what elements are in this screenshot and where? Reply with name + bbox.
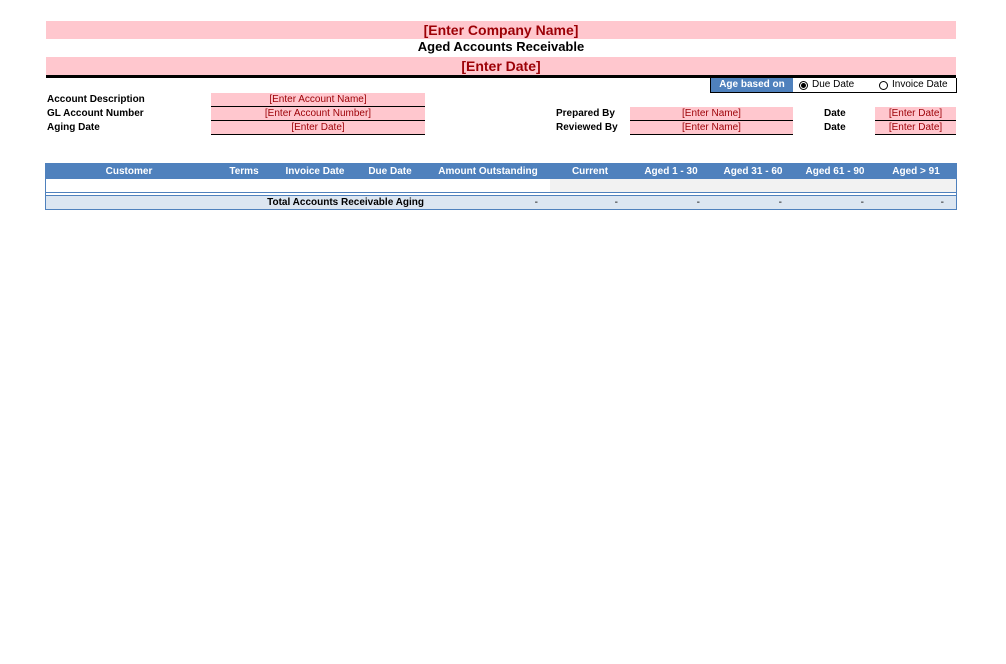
column-header-aged-61-90[interactable]: Aged 61 - 90 (794, 164, 876, 179)
cell-invoice-date[interactable] (276, 179, 354, 192)
aging-date-label: Aging Date (47, 122, 100, 133)
cell-current[interactable] (550, 179, 630, 192)
cell-aged-1-30[interactable] (630, 179, 712, 192)
cell-aged-over-91[interactable] (876, 179, 956, 192)
column-header-due-date[interactable]: Due Date (354, 164, 426, 179)
cell-amount-outstanding[interactable] (426, 179, 550, 192)
total-label: Total Accounts Receivable Aging (267, 197, 424, 208)
due-date-radio-label: Due Date (812, 79, 855, 90)
invoice-date-radio-option[interactable]: Invoice Date (873, 78, 948, 92)
due-date-radio-option[interactable]: Due Date (793, 78, 873, 92)
table-header-row: Customer Terms Invoice Date Due Date Amo… (46, 164, 956, 179)
prepared-date-label: Date (824, 108, 846, 119)
company-name-cell[interactable]: [Enter Company Name] (46, 21, 956, 39)
spreadsheet-sheet: [Enter Company Name] Aged Accounts Recei… (0, 0, 1006, 664)
reviewed-by-field[interactable]: [Enter Name] (630, 121, 793, 135)
age-based-on-label: Age based on (711, 78, 793, 92)
prepared-by-field[interactable]: [Enter Name] (630, 107, 793, 121)
table-total-row: Total Accounts Receivable Aging - - - - … (46, 196, 956, 209)
total-aged-over-91: - (940, 197, 944, 208)
account-description-field[interactable]: [Enter Account Name] (211, 93, 425, 107)
report-title: Aged Accounts Receivable (417, 39, 585, 54)
column-header-aged-1-30[interactable]: Aged 1 - 30 (630, 164, 712, 179)
total-aged-31-60: - (778, 197, 782, 208)
column-header-aged-31-60[interactable]: Aged 31 - 60 (712, 164, 794, 179)
column-header-invoice-date[interactable]: Invoice Date (276, 164, 354, 179)
cell-aged-31-60[interactable] (712, 179, 794, 192)
total-aged-61-90: - (860, 197, 864, 208)
report-date-cell[interactable]: [Enter Date] (46, 57, 956, 75)
radio-selected-icon[interactable] (799, 80, 808, 90)
reviewed-by-label: Reviewed By (556, 122, 618, 133)
column-header-aged-over-91[interactable]: Aged > 91 (876, 164, 956, 179)
gl-account-number-field[interactable]: [Enter Account Number] (211, 107, 425, 121)
total-aged-1-30: - (696, 197, 700, 208)
prepared-date-field[interactable]: [Enter Date] (875, 107, 956, 121)
aging-table: Customer Terms Invoice Date Due Date Amo… (45, 163, 957, 210)
reviewed-date-label: Date (824, 122, 846, 133)
total-current: - (614, 197, 618, 208)
cell-due-date[interactable] (354, 179, 426, 192)
gl-account-number-label: GL Account Number (47, 108, 144, 119)
cell-aged-61-90[interactable] (794, 179, 876, 192)
invoice-date-radio-label: Invoice Date (892, 79, 948, 90)
cell-customer[interactable] (46, 179, 212, 192)
column-header-amount-outstanding[interactable]: Amount Outstanding (426, 164, 550, 179)
aging-date-field[interactable]: [Enter Date] (211, 121, 425, 135)
column-header-current[interactable]: Current (550, 164, 630, 179)
prepared-by-label: Prepared By (556, 108, 615, 119)
column-header-terms[interactable]: Terms (212, 164, 276, 179)
reviewed-date-field[interactable]: [Enter Date] (875, 121, 956, 135)
age-based-on-selector: Age based on Due Date Invoice Date (710, 78, 957, 93)
column-header-customer[interactable]: Customer (46, 164, 212, 179)
radio-unselected-icon[interactable] (879, 80, 888, 90)
cell-terms[interactable] (212, 179, 276, 192)
table-row[interactable] (46, 179, 956, 193)
account-description-label: Account Description (47, 94, 145, 105)
total-amount-outstanding: - (534, 197, 538, 208)
